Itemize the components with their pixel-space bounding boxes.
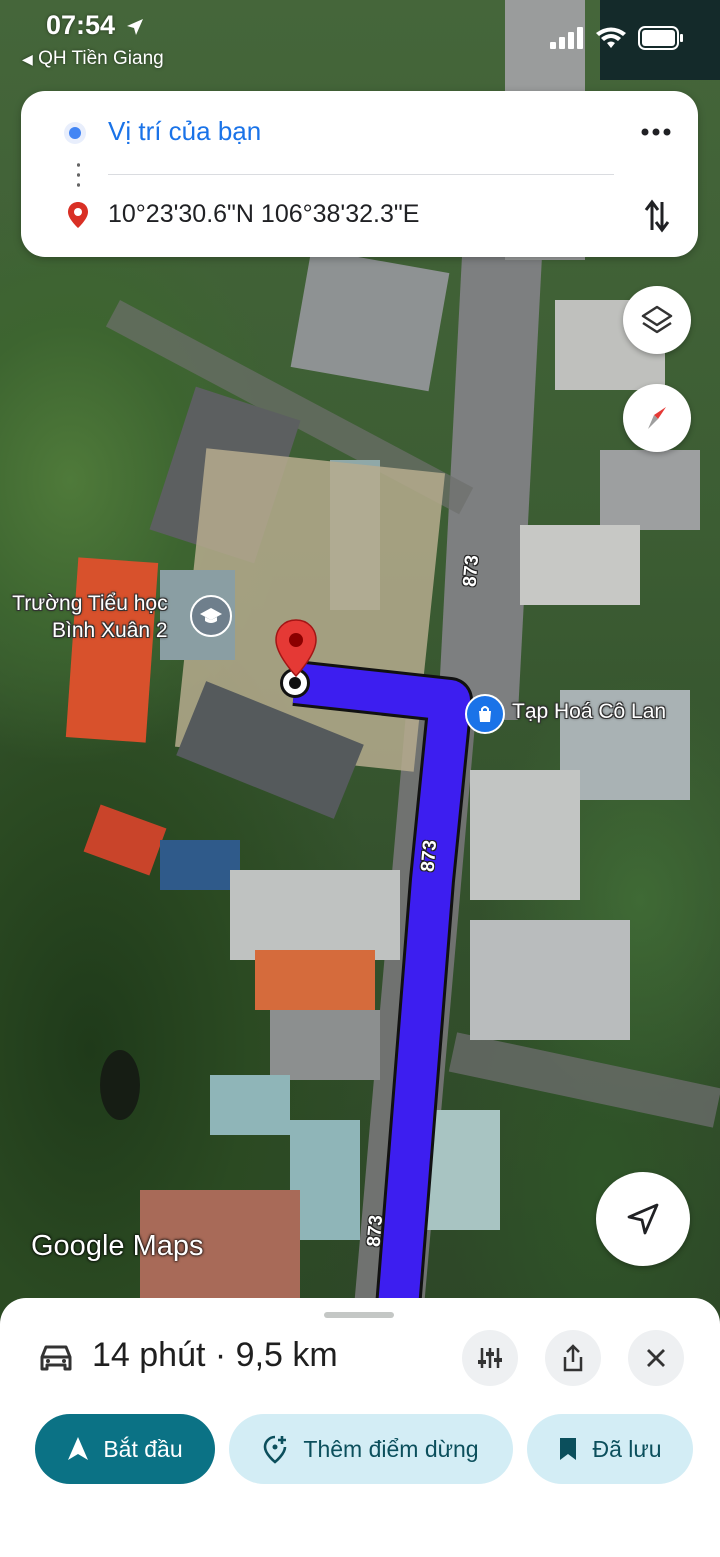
close-icon — [647, 1349, 665, 1367]
road-number-label: 873 — [459, 554, 484, 588]
destination-pin-small-icon — [68, 202, 88, 228]
my-location-button[interactable] — [596, 1172, 690, 1266]
shop-label[interactable]: Tạp Hoá Cô Lan — [512, 700, 666, 724]
share-icon — [563, 1344, 583, 1372]
start-button[interactable]: Bắt đầu — [35, 1414, 215, 1484]
school-label-line1: Trường Tiểu học — [12, 592, 168, 615]
layers-button[interactable] — [623, 286, 691, 354]
back-triangle-icon: ◀ — [22, 51, 33, 67]
more-horizontal-icon — [641, 128, 671, 136]
status-icons — [550, 26, 684, 50]
back-to-app-link[interactable]: ◀ QH Tiền Giang — [22, 48, 164, 70]
saved-button[interactable]: Đã lưu — [527, 1414, 693, 1484]
origin-field[interactable]: Vị trí của bạn — [108, 116, 261, 147]
sheet-drag-handle[interactable] — [324, 1312, 394, 1318]
school-icon[interactable] — [190, 595, 232, 637]
battery-icon — [638, 26, 683, 50]
compass-icon — [648, 407, 666, 429]
status-bar: 07:54 ◀ QH Tiền Giang — [0, 0, 720, 80]
share-button[interactable] — [545, 1330, 601, 1386]
google-maps-watermark: Google Maps — [31, 1230, 204, 1262]
swap-vertical-icon — [644, 199, 670, 233]
add-location-icon — [264, 1435, 287, 1464]
divider — [108, 174, 614, 175]
origin-dot-icon — [64, 122, 86, 144]
close-button[interactable] — [628, 1330, 684, 1386]
route-bottom-sheet[interactable]: 14 phút · 9,5 km Bắt đầu Thêm điểm dừng … — [0, 1298, 720, 1557]
add-stop-label: Thêm điểm dừng — [303, 1435, 479, 1462]
back-app-label: QH Tiền Giang — [38, 48, 164, 69]
compass-button[interactable] — [623, 384, 691, 452]
status-time-text: 07:54 — [46, 10, 116, 40]
add-stop-button[interactable]: Thêm điểm dừng — [229, 1414, 513, 1484]
tune-icon — [478, 1348, 502, 1368]
school-label[interactable]: Trường Tiểu học Bình Xuân 2 — [4, 590, 168, 644]
route-eta: 14 phút · 9,5 km — [92, 1336, 338, 1374]
road-number-label: 873 — [417, 839, 442, 873]
shop-icon[interactable] — [465, 694, 505, 734]
navigation-icon — [68, 1437, 89, 1460]
school-label-line2: Bình Xuân 2 — [52, 619, 168, 642]
location-arrow-icon — [126, 18, 143, 35]
status-time: 07:54 — [46, 10, 145, 41]
road-number-label: 873 — [363, 1214, 388, 1248]
route-dots — [77, 160, 80, 190]
more-options-button[interactable] — [632, 112, 680, 152]
route-options-button[interactable] — [462, 1330, 518, 1386]
destination-field[interactable]: 10°23'30.6"N 106°38'32.3"E — [108, 200, 419, 229]
cellular-signal-icon — [550, 27, 583, 49]
start-button-label: Bắt đầu — [103, 1435, 183, 1462]
bookmark-icon — [560, 1438, 577, 1460]
destination-pin-icon[interactable] — [273, 618, 319, 680]
layers-icon — [641, 305, 673, 334]
saved-label: Đã lưu — [592, 1435, 662, 1462]
swap-directions-button[interactable] — [635, 192, 679, 240]
car-icon — [40, 1345, 72, 1371]
wifi-icon — [596, 27, 626, 48]
navigation-arrow-icon — [627, 1203, 659, 1235]
